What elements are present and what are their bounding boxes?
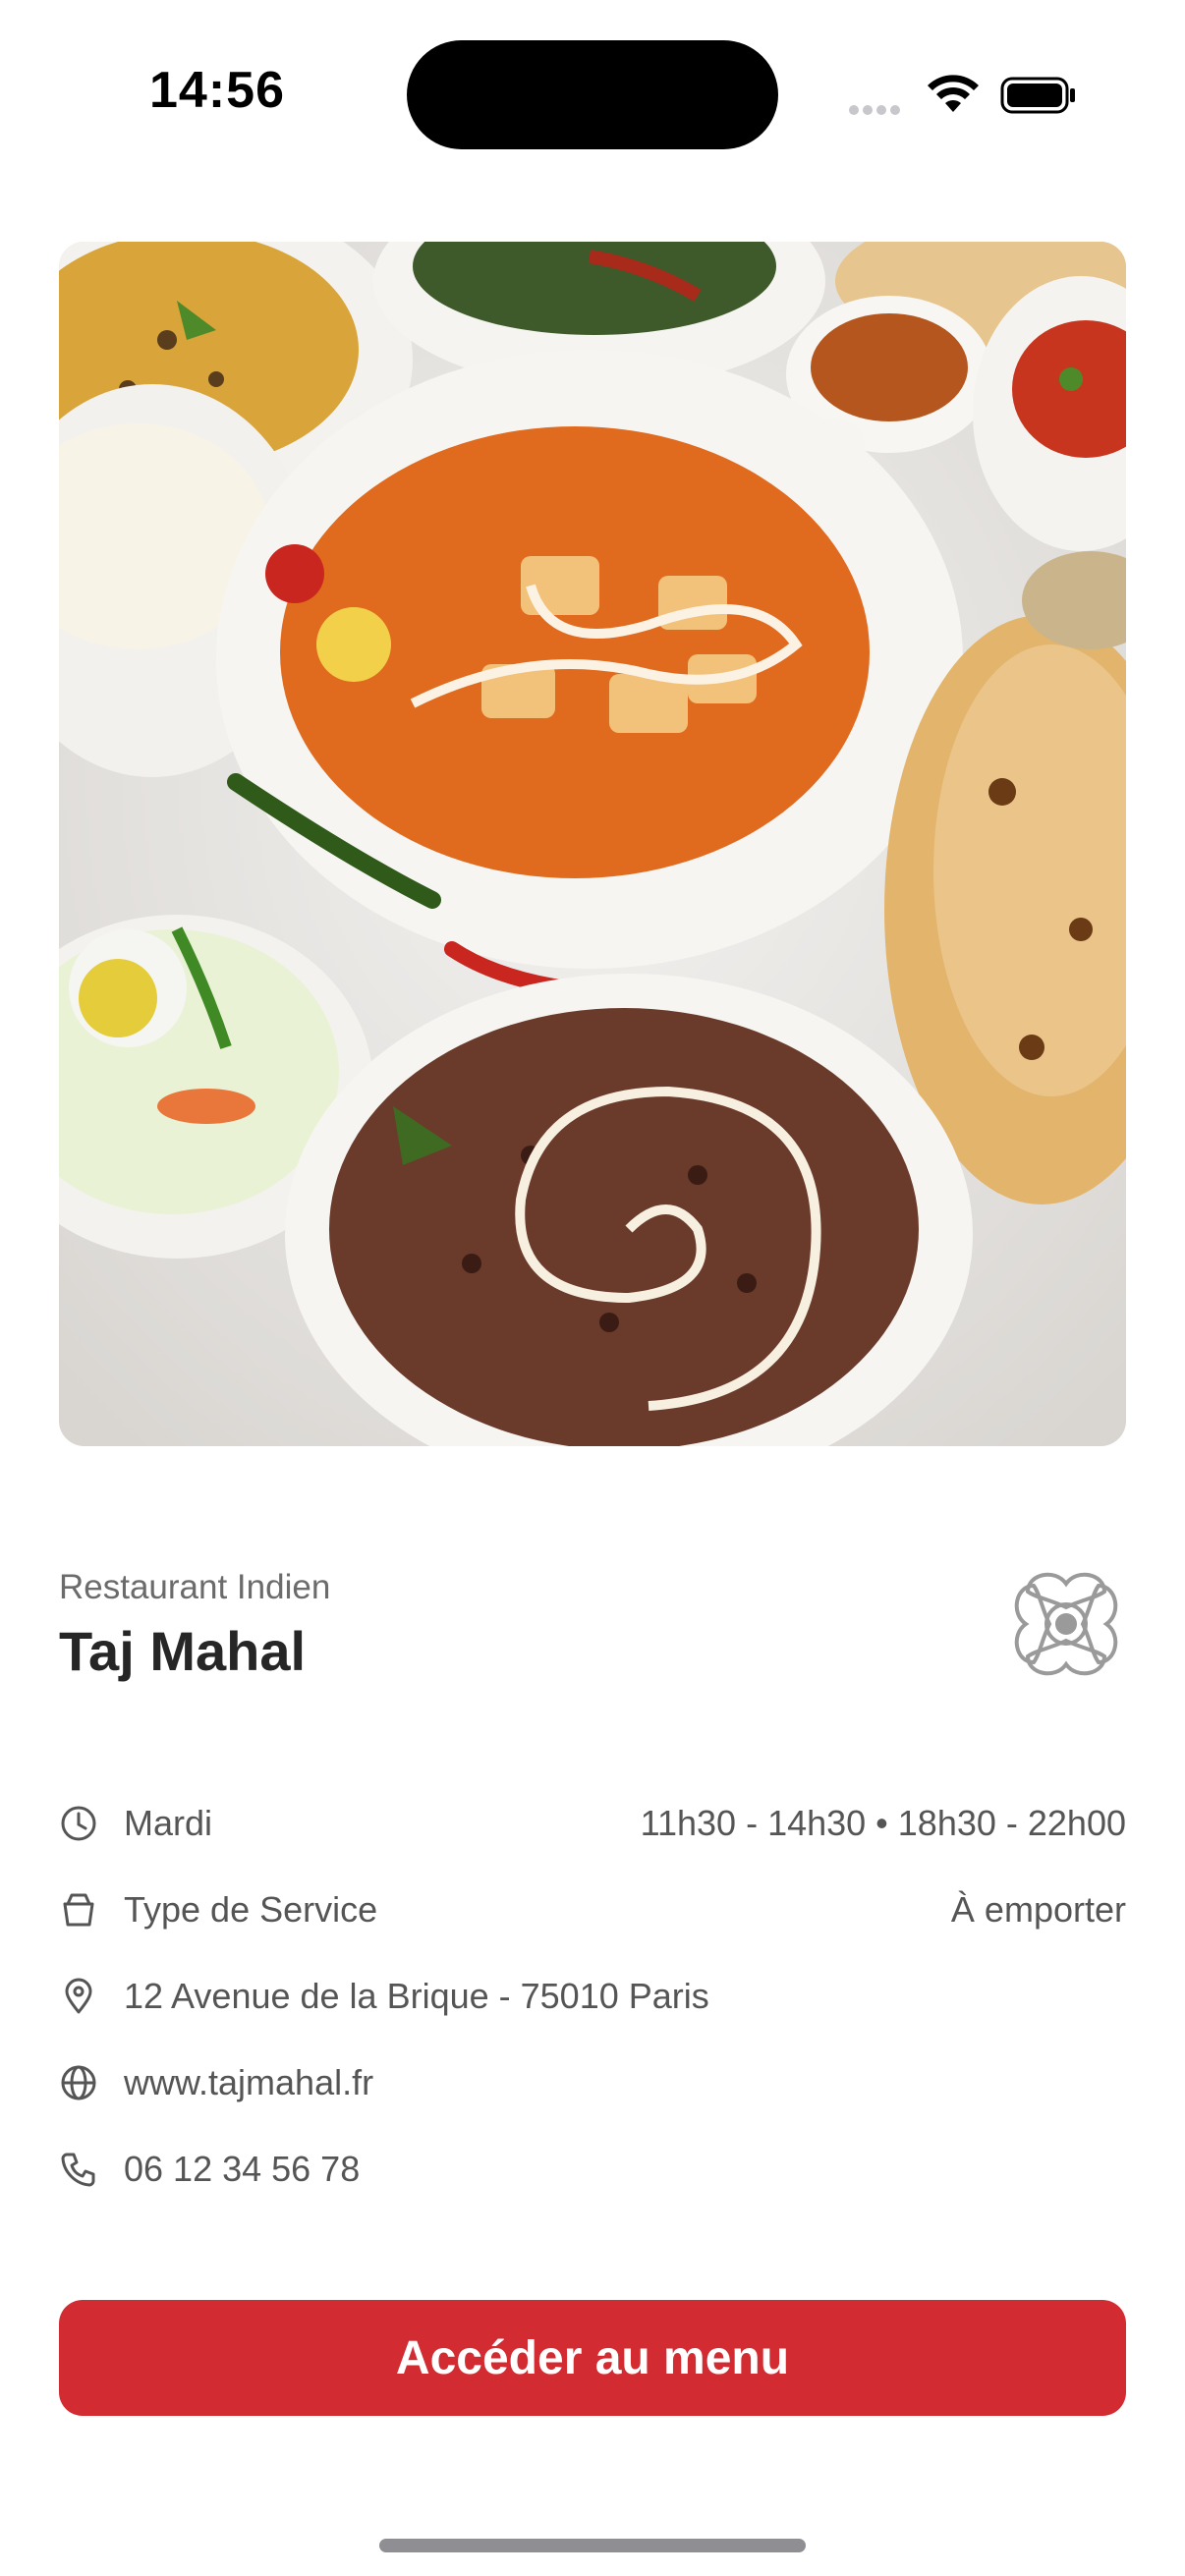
cellular-signal-icon	[849, 102, 904, 120]
opening-hours-value: 11h30 - 14h30 • 18h30 - 22h00	[640, 1803, 1126, 1843]
restaurant-category: Restaurant Indien	[59, 1568, 331, 1606]
home-indicator[interactable]	[379, 2539, 806, 2552]
status-time: 14:56	[149, 62, 285, 119]
bag-icon	[63, 1893, 94, 1927]
clock-icon	[61, 1806, 96, 1841]
service-type-row: Type de Service À emporter	[59, 1880, 1126, 1939]
globe-icon	[61, 2065, 96, 2100]
phone-row[interactable]: 06 12 34 56 78	[59, 2140, 1126, 2199]
restaurant-name: Taj Mahal	[59, 1620, 307, 1682]
hero-food-image	[59, 242, 1126, 1446]
access-menu-button[interactable]: Accéder au menu	[59, 2300, 1126, 2416]
wifi-icon	[928, 75, 979, 112]
service-type-value: À emporter	[950, 1889, 1126, 1930]
service-type-label: Type de Service	[124, 1889, 378, 1930]
address-text: 12 Avenue de la Brique - 75010 Paris	[124, 1976, 709, 2016]
battery-icon	[1000, 77, 1075, 114]
website-row[interactable]: www.tajmahal.fr	[59, 2053, 1126, 2112]
phone-icon	[61, 2153, 95, 2187]
location-pin-icon	[65, 1978, 92, 2014]
restaurant-logo-icon	[1014, 1572, 1118, 1676]
dynamic-island	[407, 40, 778, 149]
status-bar: 14:56	[0, 0, 1185, 187]
phone-link[interactable]: 06 12 34 56 78	[124, 2149, 360, 2190]
address-row[interactable]: 12 Avenue de la Brique - 75010 Paris	[59, 1967, 1126, 2026]
opening-hours-row: Mardi 11h30 - 14h30 • 18h30 - 22h00	[59, 1794, 1126, 1853]
day-label: Mardi	[124, 1803, 213, 1843]
website-link[interactable]: www.tajmahal.fr	[124, 2062, 373, 2103]
